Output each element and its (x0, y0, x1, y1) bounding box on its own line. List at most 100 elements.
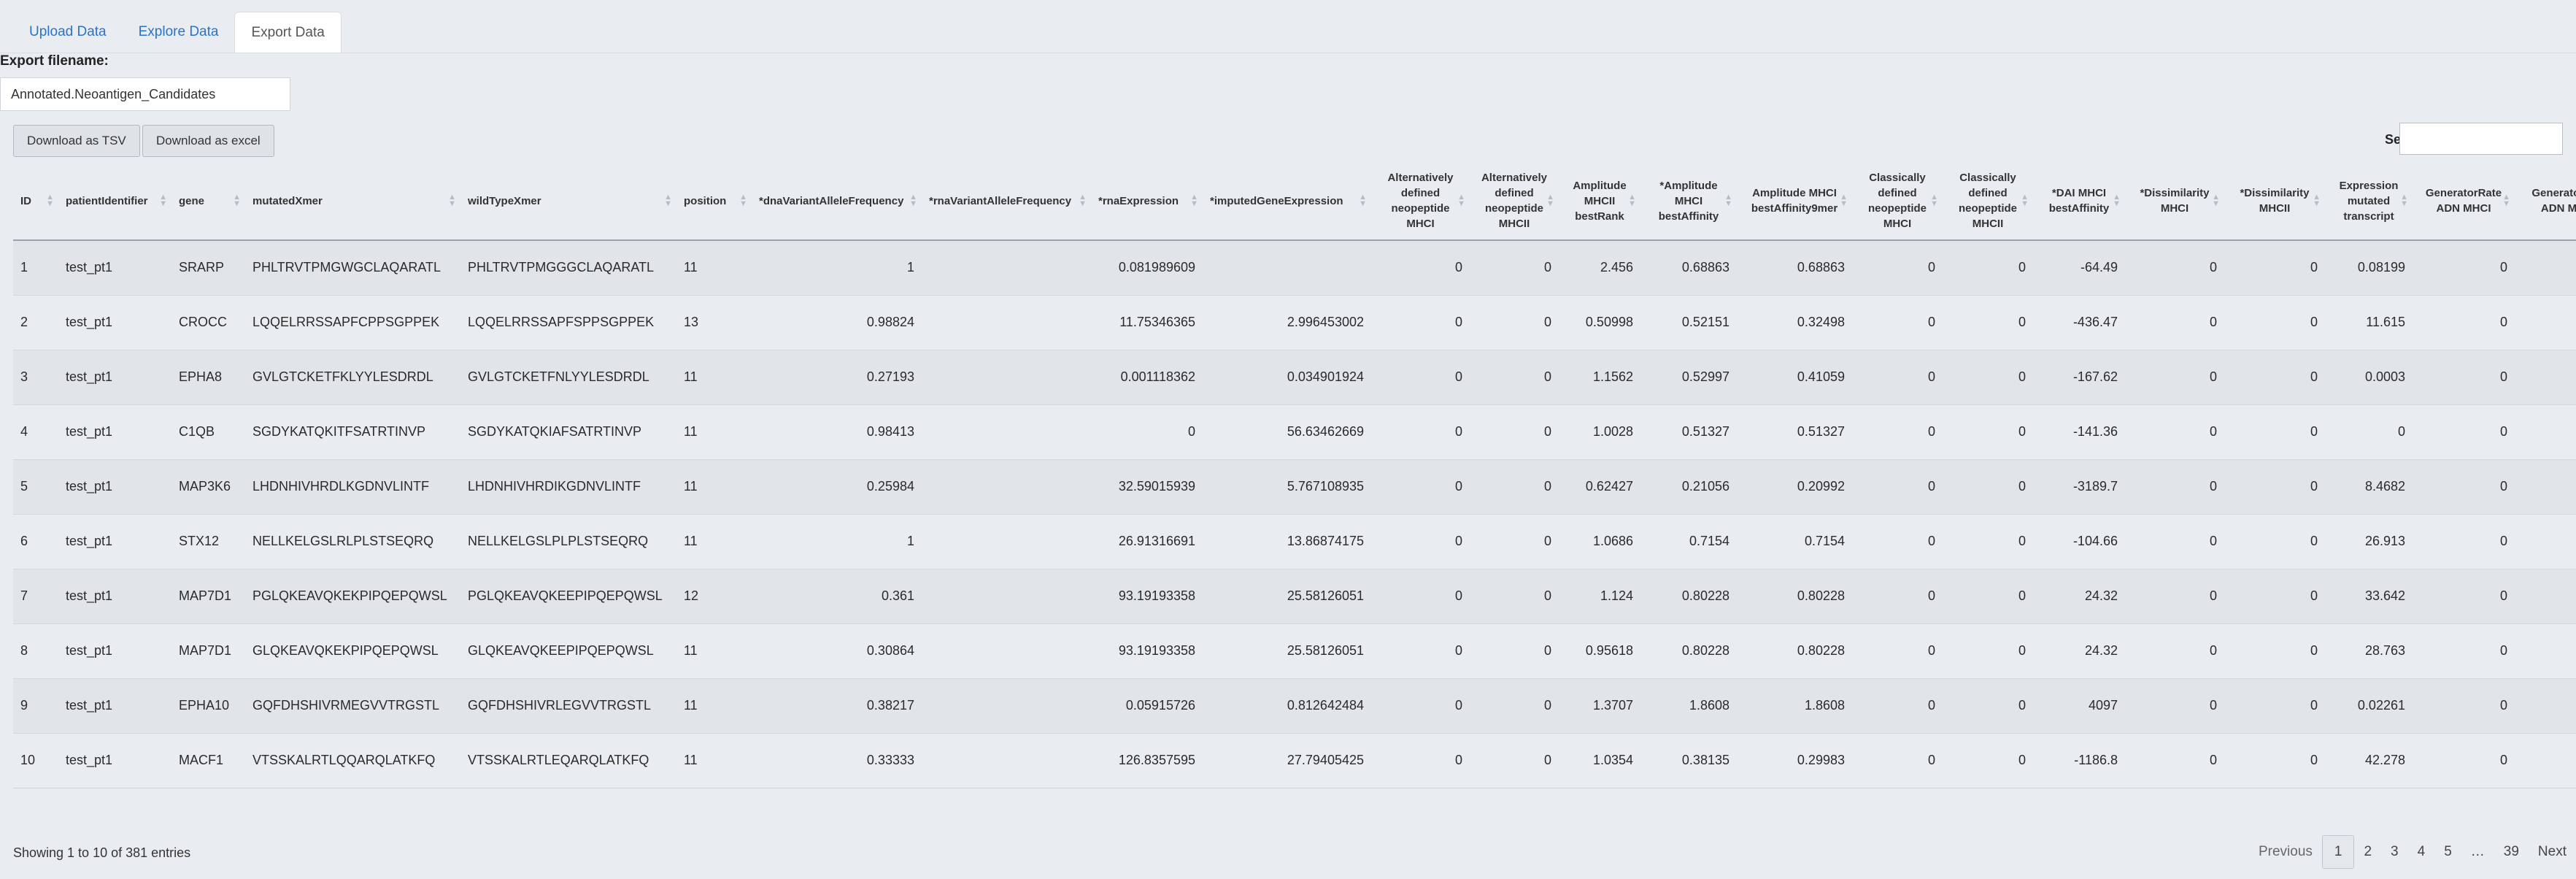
table-cell: 12 (676, 568, 752, 623)
column-header[interactable]: Amplitude MHCII bestRank ▲ ▼ (1559, 162, 1640, 241)
sort-arrows-icon[interactable]: ▲ ▼ (233, 193, 241, 208)
pagination-page[interactable]: 3 (2381, 844, 2408, 860)
pagination-page[interactable]: 1 (2321, 835, 2355, 869)
table-cell: 0 (1470, 678, 1559, 733)
table-cell: GLQKEAVQKEEPIPQEPQWSL (460, 623, 676, 678)
column-header[interactable]: *Dissimilarity MHCI ▲ ▼ (2125, 162, 2224, 241)
pagination-previous[interactable]: Previous (2249, 844, 2322, 860)
table-cell: 0 (2224, 623, 2325, 678)
export-filename-input[interactable] (0, 77, 290, 111)
column-header[interactable]: GeneratorRate ADN MHCI ▲ ▼ (2413, 162, 2515, 241)
sort-arrows-icon[interactable]: ▲ ▼ (739, 193, 747, 208)
table-cell: 1.1562 (1559, 349, 1640, 404)
table-cell: 1.0354 (1559, 732, 1640, 788)
search-input[interactable] (2399, 123, 2563, 155)
table-cell: 0 (1371, 458, 1470, 514)
column-header[interactable]: wildTypeXmer ▲ ▼ (460, 162, 676, 241)
column-header[interactable]: Alternatively defined neopeptide MHCI ▲ ▼ (1371, 162, 1470, 241)
table-cell: 0 (2224, 294, 2325, 350)
sort-arrows-icon[interactable]: ▲ ▼ (2400, 193, 2408, 208)
sort-arrows-icon[interactable]: ▲ ▼ (1359, 193, 1367, 208)
column-header[interactable]: Classically defined neopeptide MHCI ▲ ▼ (1852, 162, 1943, 241)
sort-arrows-icon[interactable]: ▲ ▼ (46, 193, 54, 208)
table-cell: 0.68863 (1681, 260, 1729, 275)
table-cell: test_pt1 (66, 260, 113, 275)
tab-export-data[interactable]: Export Data (234, 12, 342, 53)
pagination-next[interactable]: Next (2529, 844, 2576, 860)
table-row[interactable]: 6 test_pt1 STX12 NELLKELGSLRLPLSTSEQRQ NELLK… (13, 513, 2576, 569)
table-row[interactable]: 9 test_pt1 EPHA10 GQFDHSHIVRMEGVVTRGSTL GQFD… (13, 678, 2576, 733)
sort-arrows-icon[interactable]: ▲ ▼ (1079, 193, 1087, 208)
table-cell: 33.642 (2325, 568, 2413, 623)
table-cell: 1.8608 (1737, 678, 1852, 733)
table-row[interactable]: 5 test_pt1 MAP3K6 LHDNHIVHRDLKGDNVLINTF LHDN… (13, 458, 2576, 514)
table-cell: 8 (13, 623, 58, 678)
table-row[interactable]: 10 test_pt1 MACF1 VTSSKALRTLQQARQLATKFQ VTSS… (13, 732, 2576, 788)
sort-arrows-icon[interactable]: ▲ ▼ (2021, 193, 2029, 208)
table-row[interactable]: 3 test_pt1 EPHA8 GVLGTCKETFKLYYLESDRDL GVLGT… (13, 349, 2576, 404)
column-header[interactable]: *DAI MHCI bestAffinity ▲ ▼ (2033, 162, 2125, 241)
sort-arrows-icon[interactable]: ▲ ▼ (2313, 193, 2321, 208)
column-header[interactable]: Classically defined neopeptide MHCII ▲ ▼ (1943, 162, 2033, 241)
table-cell: -64.49 (2080, 260, 2118, 275)
sort-arrows-icon[interactable]: ▲ ▼ (1628, 193, 1636, 208)
table-cell: 13 (676, 294, 752, 350)
pagination-page[interactable]: 39 (2494, 844, 2529, 860)
table-cell: 1.124 (1559, 568, 1640, 623)
table-cell: 0.29983 (1737, 732, 1852, 788)
table-cell: LQQELRRSSAPFSPPSGPPEK (460, 294, 676, 350)
table-cell: 0.081989609 (1118, 260, 1195, 275)
sort-arrows-icon[interactable]: ▲ ▼ (909, 193, 917, 208)
column-header[interactable]: Amplitude MHCI bestAffinity9mer ▲ ▼ (1737, 162, 1852, 241)
sort-arrows-icon[interactable]: ▲ ▼ (1724, 193, 1732, 208)
sort-arrows-icon[interactable]: ▲ ▼ (2212, 193, 2220, 208)
column-header[interactable]: patientIdentifier ▲ ▼ (58, 162, 171, 241)
column-header[interactable]: gene ▲ ▼ (171, 162, 245, 241)
table-cell: 0.20992 (1737, 458, 1852, 514)
pagination-page[interactable]: 4 (2408, 844, 2435, 860)
sort-arrows-icon[interactable]: ▲ ▼ (1457, 193, 1465, 208)
table-cell: 0 (2125, 294, 2224, 350)
download-excel-button[interactable]: Download as excel (142, 125, 274, 157)
column-header[interactable]: *imputedGeneExpression ▲ ▼ (1203, 162, 1371, 241)
column-header[interactable]: *rnaVariantAlleleFrequency ▲ ▼ (922, 162, 1091, 241)
sort-arrows-icon[interactable]: ▲ ▼ (2502, 193, 2510, 208)
table-row[interactable]: 8 test_pt1 MAP7D1 GLQKEAVQKEKPIPQEPQWSL GLQK… (13, 623, 2576, 678)
table-cell: 5 (13, 458, 58, 514)
sort-arrows-icon[interactable]: ▲ ▼ (159, 193, 167, 208)
sort-arrows-icon[interactable]: ▲ ▼ (1190, 193, 1198, 208)
column-header[interactable]: Alternatively defined neopeptide MHCII ▲ ▼ (1470, 162, 1559, 241)
column-header-label: GeneratorRate ADN MHCII (2531, 187, 2576, 215)
pagination-page[interactable]: 5 (2434, 844, 2461, 860)
column-header[interactable]: ID ▲ ▼ (13, 162, 58, 241)
column-header[interactable]: mutatedXmer ▲ ▼ (245, 162, 460, 241)
table-row[interactable]: 2 test_pt1 CROCC LQQELRRSSAPFCPPSGPPEK LQQEL… (13, 294, 2576, 350)
table-cell: 0 (1470, 349, 1559, 404)
sort-arrows-icon[interactable]: ▲ ▼ (1930, 193, 1938, 208)
download-tsv-button[interactable]: Download as TSV (13, 125, 140, 157)
table-row[interactable]: 7 test_pt1 MAP7D1 PGLQKEAVQKEKPIPQEPQWSL PGL… (13, 568, 2576, 623)
tab-upload-data[interactable]: Upload Data (13, 12, 123, 53)
tab-explore-data[interactable]: Explore Data (123, 12, 235, 53)
sort-arrows-icon[interactable]: ▲ ▼ (1840, 193, 1848, 208)
sort-arrows-icon[interactable]: ▲ ▼ (2113, 193, 2121, 208)
column-header[interactable]: *rnaExpression ▲ ▼ (1091, 162, 1203, 241)
sort-arrows-icon[interactable]: ▲ ▼ (1546, 193, 1554, 208)
column-header[interactable]: *Amplitude MHCI bestAffinity ▲ ▼ (1640, 162, 1737, 241)
table-cell: 0 (1852, 678, 1943, 733)
table-cell: 0 (2413, 678, 2515, 733)
column-header[interactable]: *Dissimilarity MHCII ▲ ▼ (2224, 162, 2325, 241)
table-row[interactable]: 4 test_pt1 C1QB SGDYKATQKITFSATRTINVP SGDYKA… (13, 404, 2576, 459)
table-cell: 0.02261 (2325, 678, 2413, 733)
pagination-page[interactable]: 2 (2354, 844, 2381, 860)
table-row[interactable]: 1 test_pt1 SRARP PHLTRVTPMGWGCLAQARATL PHLTR… (13, 240, 2576, 295)
column-header[interactable]: position ▲ ▼ (676, 162, 752, 241)
column-header[interactable]: Expression mutated transcript ▲ ▼ (2325, 162, 2413, 241)
table-cell: 0 (2125, 732, 2224, 788)
column-header[interactable]: *dnaVariantAlleleFrequency ▲ ▼ (752, 162, 922, 241)
column-header[interactable]: GeneratorRate ADN MHCII▲▼ (2515, 162, 2576, 241)
table-cell: 24.32 (2033, 623, 2125, 678)
sort-arrows-icon[interactable]: ▲ ▼ (664, 193, 672, 208)
sort-arrows-icon[interactable]: ▲ ▼ (448, 193, 456, 208)
table-cell: -3189.7 (2033, 458, 2125, 514)
